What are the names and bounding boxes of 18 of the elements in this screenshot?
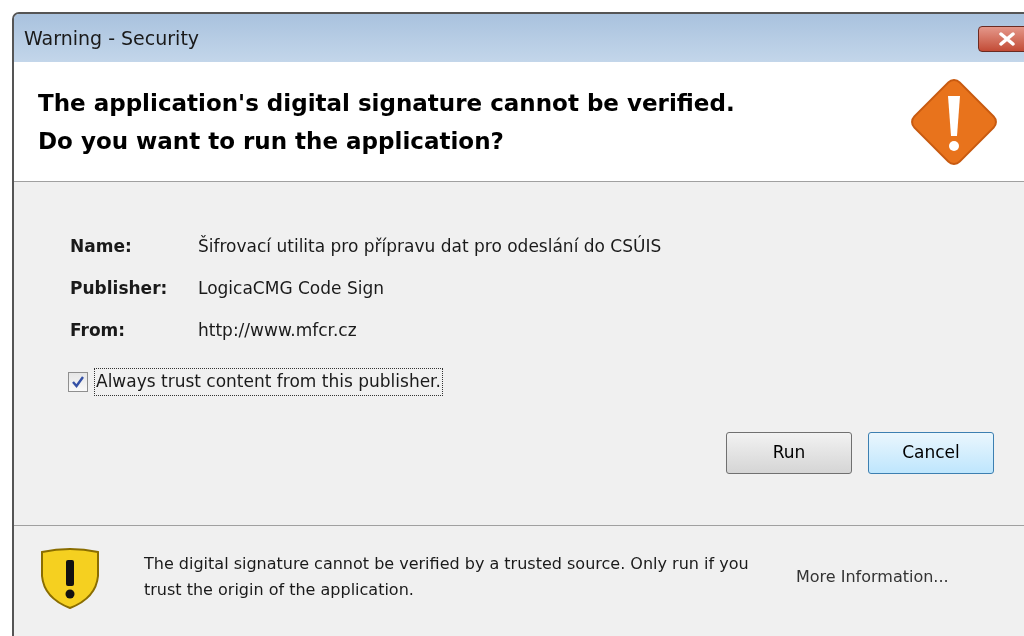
detail-label: Name: (70, 235, 133, 259)
dialog-button[interactable]: Cancel (868, 431, 994, 474)
footer-message: The digital signature cannot be verified by a trusted source. Only run if you trust the origin of the application. (144, 553, 750, 601)
detail-label: From: (70, 319, 127, 343)
close-button[interactable] (978, 26, 1024, 52)
header-message: Do you want to run the application? (38, 126, 505, 156)
more-information-link[interactable]: More Information... (796, 565, 949, 589)
trust-checkbox[interactable] (68, 371, 88, 392)
dialog-button[interactable]: Run (726, 431, 852, 474)
window-title: Warning - Security (24, 25, 200, 51)
header-message: The application's digital signature cannot be verified. (38, 88, 735, 118)
detail-value: LogicaCMG Code Sign (198, 277, 384, 301)
detail-value: http://www.mfcr.cz (198, 319, 357, 343)
check-icon (71, 374, 85, 389)
close-icon (998, 32, 1016, 46)
detail-label: Publisher: (70, 277, 169, 301)
checkbox-label: Always trust content from this publisher. (94, 368, 443, 396)
detail-value: Šifrovací utilita pro přípravu dat pro odeslání do CSÚIS (198, 234, 662, 259)
